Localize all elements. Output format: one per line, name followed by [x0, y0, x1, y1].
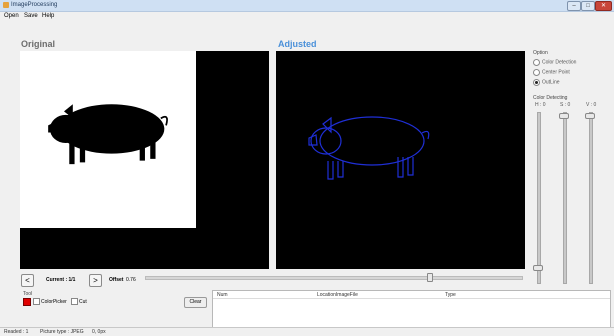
radio-center-point-dot[interactable]: [533, 69, 540, 76]
menu-help[interactable]: Help: [42, 12, 54, 21]
s-slider-thumb[interactable]: [559, 113, 569, 119]
current-indicator: Current : 1/1: [46, 277, 76, 283]
tool-label: Tool: [23, 291, 33, 297]
pig-silhouette: [48, 104, 168, 165]
adjusted-image-panel: [276, 51, 525, 269]
color-swatch[interactable]: [23, 298, 31, 306]
menu-bar: Open Save Help: [0, 12, 614, 21]
file-list[interactable]: Num LocationImageFile Type: [212, 290, 611, 328]
original-title: Original: [21, 39, 56, 49]
adjusted-title: Adjusted: [278, 39, 317, 49]
original-image-panel: [20, 51, 269, 269]
cut-label: Cut: [79, 298, 87, 305]
column-type[interactable]: Type: [445, 292, 456, 298]
colorpicker-checkbox-box[interactable]: [33, 298, 40, 305]
app-icon: [3, 2, 9, 8]
radio-outline-dot[interactable]: [533, 79, 540, 86]
prev-button[interactable]: <: [21, 274, 34, 287]
menu-open[interactable]: Open: [4, 12, 19, 21]
window-title: ImageProcessing: [11, 2, 58, 8]
colorpicker-checkbox[interactable]: ColorPicker: [33, 298, 67, 305]
colorpicker-label: ColorPicker: [41, 298, 67, 305]
close-button[interactable]: ✕: [595, 1, 612, 11]
column-location[interactable]: LocationImageFile: [317, 292, 358, 298]
h-slider-thumb[interactable]: [533, 265, 543, 271]
color-detecting-label: Color Detecting: [533, 95, 568, 101]
file-list-header: Num LocationImageFile Type: [213, 291, 610, 299]
radio-color-detection-dot[interactable]: [533, 59, 540, 66]
radio-center-point-label: Center Point: [542, 69, 570, 76]
radio-outline-label: OutLine: [542, 79, 560, 86]
v-value: V : 0: [586, 102, 597, 108]
option-label: Option: [533, 50, 548, 56]
radio-color-detection-label: Color Detection: [542, 59, 577, 66]
h-slider-track[interactable]: [537, 112, 541, 284]
h-value: H : 0: [535, 102, 546, 108]
v-slider-track[interactable]: [589, 112, 593, 284]
offset-slider-track[interactable]: [145, 276, 523, 280]
offset-value: 0.76: [126, 277, 136, 283]
s-slider-track[interactable]: [563, 112, 567, 284]
next-button[interactable]: >: [89, 274, 102, 287]
clear-button[interactable]: Clear: [184, 297, 207, 308]
offset-label: Offset: [109, 277, 124, 283]
column-num[interactable]: Num: [217, 292, 228, 298]
radio-color-detection[interactable]: Color Detection: [533, 59, 576, 66]
title-bar: ImageProcessing – □ ✕: [0, 0, 614, 12]
offset-slider-thumb[interactable]: [427, 273, 433, 282]
v-slider-thumb[interactable]: [585, 113, 595, 119]
radio-center-point[interactable]: Center Point: [533, 69, 570, 76]
pig-outline: [308, 116, 430, 180]
maximize-button[interactable]: □: [581, 1, 595, 11]
s-value: S : 0: [560, 102, 571, 108]
menu-save[interactable]: Save: [24, 12, 38, 21]
cut-checkbox-box[interactable]: [71, 298, 78, 305]
original-image: [20, 51, 196, 228]
radio-outline[interactable]: OutLine: [533, 79, 560, 86]
cut-checkbox[interactable]: Cut: [71, 298, 87, 305]
minimize-button[interactable]: –: [567, 1, 581, 11]
